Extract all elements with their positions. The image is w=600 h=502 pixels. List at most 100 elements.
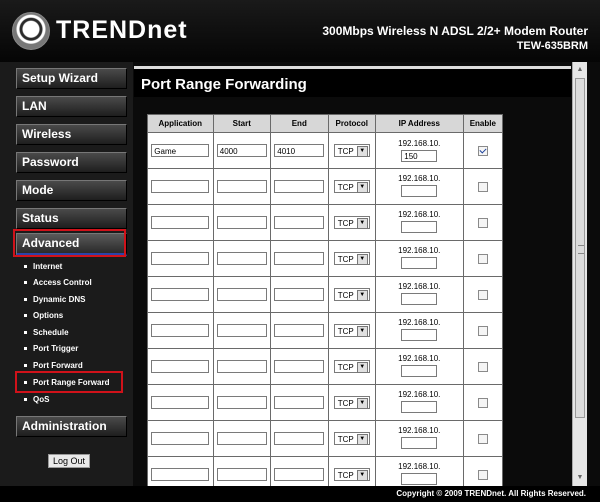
start-cell — [212, 420, 272, 457]
protocol-cell: TCP ▼ — [327, 204, 376, 241]
application-input[interactable] — [151, 288, 210, 301]
enable-checkbox[interactable] — [477, 181, 488, 192]
enable-checkbox[interactable] — [477, 433, 488, 444]
subnav-schedule[interactable]: Schedule — [24, 328, 69, 337]
protocol-select[interactable]: TCP ▼ — [333, 144, 370, 157]
start-port-input[interactable]: 4000 — [216, 144, 267, 157]
application-input[interactable] — [151, 216, 210, 229]
start-cell — [212, 312, 272, 349]
ip-suffix-input[interactable]: 150 — [401, 150, 438, 162]
start-port-input[interactable] — [216, 432, 267, 445]
end-port-input[interactable] — [274, 252, 325, 265]
start-port-input[interactable] — [216, 360, 267, 373]
protocol-select[interactable]: TCP ▼ — [333, 216, 370, 229]
scrollbar[interactable]: ▲ ▼ — [572, 62, 587, 486]
nav-password[interactable]: Password — [16, 152, 127, 173]
enable-checkbox[interactable] — [477, 217, 488, 228]
logout-button[interactable]: Log Out — [48, 454, 90, 468]
protocol-select[interactable]: TCP ▼ — [333, 360, 370, 373]
ip-suffix-input[interactable] — [401, 329, 438, 341]
subnav-qos[interactable]: QoS — [24, 395, 49, 404]
ip-suffix-input[interactable] — [401, 473, 438, 485]
start-port-input[interactable] — [216, 288, 267, 301]
protocol-value: TCP — [337, 471, 354, 480]
ip-suffix-input[interactable] — [401, 437, 438, 449]
end-port-input[interactable] — [274, 288, 325, 301]
nav-setup-wizard[interactable]: Setup Wizard — [16, 68, 127, 89]
scroll-down-icon[interactable]: ▼ — [575, 473, 585, 483]
end-port-input[interactable] — [274, 360, 325, 373]
scroll-thumb[interactable] — [575, 78, 585, 418]
end-port-input[interactable] — [274, 324, 325, 337]
router-admin-window: TRENDnet 300Mbps Wireless N ADSL 2/2+ Mo… — [0, 0, 600, 502]
scroll-grip-icon — [578, 245, 584, 254]
nav-mode[interactable]: Mode — [16, 180, 127, 201]
protocol-cell: TCP ▼ — [327, 276, 376, 313]
subnav-options[interactable]: Options — [24, 311, 63, 320]
start-port-input[interactable] — [216, 468, 267, 481]
protocol-value: TCP — [337, 291, 354, 300]
subnav-dynamic-dns[interactable]: Dynamic DNS — [24, 295, 85, 304]
protocol-cell: TCP ▼ — [327, 168, 376, 205]
ip-cell: 192.168.10. — [374, 204, 464, 241]
end-port-input[interactable]: 4010 — [274, 144, 325, 157]
table-row: TCP ▼ 192.168.10. — [147, 240, 504, 277]
application-input[interactable] — [151, 360, 210, 373]
subnav-internet[interactable]: Internet — [24, 262, 62, 271]
ip-suffix-input[interactable] — [401, 401, 438, 413]
ip-suffix-input[interactable] — [401, 185, 438, 197]
end-cell — [270, 168, 329, 205]
ip-suffix-input[interactable] — [401, 221, 438, 233]
application-cell — [147, 456, 214, 486]
nav-status[interactable]: Status — [16, 208, 127, 229]
enable-checkbox[interactable] — [477, 289, 488, 300]
enable-checkbox[interactable] — [477, 253, 488, 264]
application-input[interactable]: Game — [151, 144, 210, 157]
end-port-input[interactable] — [274, 468, 325, 481]
end-port-input[interactable] — [274, 180, 325, 193]
subnav-access-control[interactable]: Access Control — [24, 278, 92, 287]
start-port-input[interactable] — [216, 180, 267, 193]
application-input[interactable] — [151, 180, 210, 193]
application-input[interactable] — [151, 396, 210, 409]
subnav-port-forward[interactable]: Port Forward — [24, 361, 83, 370]
ip-prefix-label: 192.168.10. — [398, 354, 441, 363]
application-input[interactable] — [151, 252, 210, 265]
ip-suffix-input[interactable] — [401, 365, 438, 377]
protocol-select[interactable]: TCP ▼ — [333, 252, 370, 265]
application-input[interactable] — [151, 432, 210, 445]
end-port-input[interactable] — [274, 432, 325, 445]
start-port-input[interactable] — [216, 396, 267, 409]
end-cell — [270, 348, 329, 385]
start-port-input[interactable] — [216, 252, 267, 265]
scroll-up-icon[interactable]: ▲ — [575, 65, 585, 75]
nav-wireless[interactable]: Wireless — [16, 124, 127, 145]
protocol-select[interactable]: TCP ▼ — [333, 180, 370, 193]
ip-suffix-input[interactable] — [401, 257, 438, 269]
dropdown-arrow-icon: ▼ — [356, 182, 368, 193]
protocol-select[interactable]: TCP ▼ — [333, 432, 370, 445]
end-port-input[interactable] — [274, 216, 325, 229]
ip-suffix-input[interactable] — [401, 293, 438, 305]
end-port-input[interactable] — [274, 396, 325, 409]
ip-prefix-label: 192.168.10. — [398, 174, 441, 183]
subnav-port-trigger[interactable]: Port Trigger — [24, 344, 78, 353]
nav-administration[interactable]: Administration — [16, 416, 127, 437]
start-port-input[interactable] — [216, 216, 267, 229]
enable-checkbox[interactable] — [477, 397, 488, 408]
protocol-select[interactable]: TCP ▼ — [333, 468, 370, 481]
enable-checkbox[interactable] — [477, 145, 488, 156]
enable-checkbox[interactable] — [477, 469, 488, 480]
dropdown-arrow-icon: ▼ — [356, 254, 368, 265]
enable-checkbox[interactable] — [477, 325, 488, 336]
application-cell — [147, 420, 214, 457]
application-input[interactable] — [151, 324, 210, 337]
enable-cell — [462, 276, 504, 313]
protocol-select[interactable]: TCP ▼ — [333, 396, 370, 409]
application-input[interactable] — [151, 468, 210, 481]
enable-checkbox[interactable] — [477, 361, 488, 372]
protocol-select[interactable]: TCP ▼ — [333, 324, 370, 337]
protocol-select[interactable]: TCP ▼ — [333, 288, 370, 301]
nav-lan[interactable]: LAN — [16, 96, 127, 117]
start-port-input[interactable] — [216, 324, 267, 337]
